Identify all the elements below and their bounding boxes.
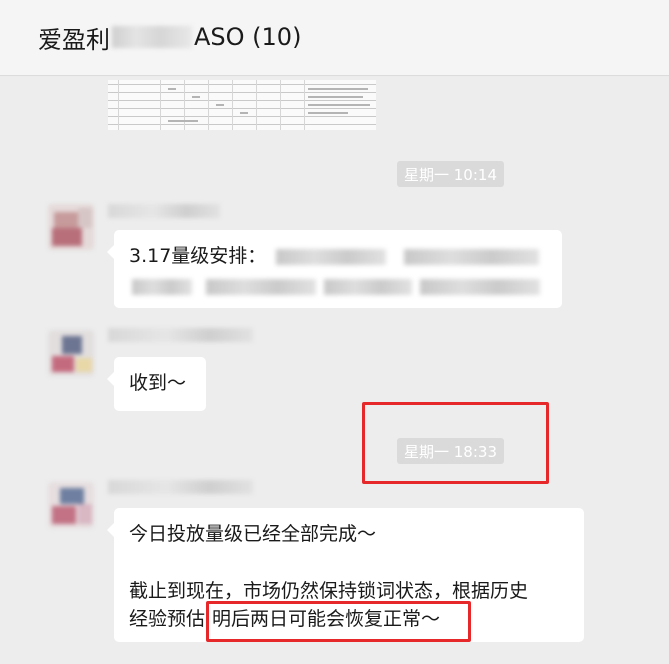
message-text: 3.17量级安排： — [129, 245, 267, 267]
redacted-text — [420, 279, 540, 295]
message-bubble[interactable]: 收到～ — [107, 357, 206, 411]
message-text-line1: 今日投放量级已经全部完成～ — [129, 523, 377, 545]
message-text-line3a: 经验预估 — [129, 608, 206, 630]
message-text: 收到～ — [129, 372, 187, 394]
redacted-text — [276, 249, 386, 265]
timestamp-text: 星期一 10:14 — [404, 165, 497, 184]
highlight-box-timestamp — [362, 402, 549, 484]
redacted-text — [206, 279, 316, 295]
redacted-text — [132, 279, 192, 295]
redacted-text — [404, 249, 539, 265]
chat-title[interactable]: 爱盈利 ASO (10) — [38, 20, 301, 54]
redacted-title-segment — [112, 26, 192, 48]
timestamp: 星期一 10:14 — [397, 161, 504, 187]
highlight-box-message — [206, 601, 471, 642]
avatar[interactable] — [48, 204, 94, 250]
avatar[interactable] — [48, 482, 94, 528]
chat-header: 爱盈利 ASO (10) — [0, 0, 669, 76]
sender-name-redacted — [108, 480, 253, 494]
avatar[interactable] — [48, 330, 94, 376]
sender-name-redacted — [108, 204, 220, 218]
sender-name-redacted — [108, 328, 253, 342]
chat-title-suffix: ASO (10) — [194, 23, 302, 51]
redacted-text — [324, 279, 412, 295]
table-image-thumbnail[interactable] — [108, 80, 376, 130]
message-bubble[interactable]: 3.17量级安排： — [107, 230, 562, 308]
chat-title-prefix: 爱盈利 — [38, 25, 110, 54]
